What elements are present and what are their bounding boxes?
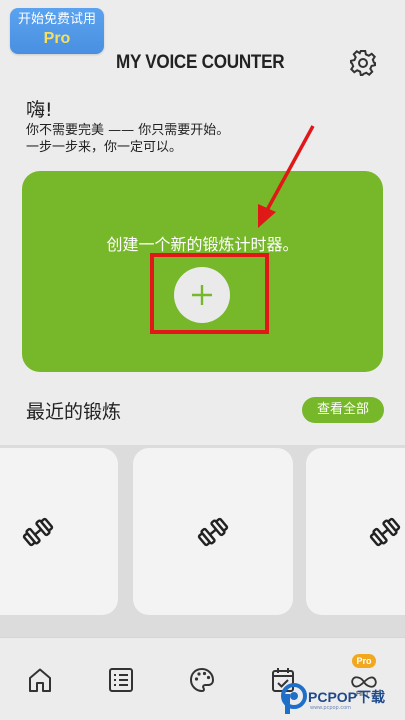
- app-title-text: MY VOICE COUNTER: [116, 52, 285, 73]
- highlight-box: [150, 253, 269, 334]
- recent-workouts-carousel[interactable]: [0, 445, 405, 637]
- app-title: MY VOICE COUNTER: [110, 50, 285, 76]
- pro-trial-button[interactable]: 开始免费试用 Pro: [10, 8, 104, 54]
- list-icon: [109, 668, 133, 692]
- pro-trial-label: 开始免费试用: [17, 12, 96, 27]
- greeting-line-1: 你不需要完美 —— 你只需要开始。: [26, 123, 230, 138]
- workout-card[interactable]: [306, 448, 405, 615]
- greeting: 嗨! 你不需要完美 —— 你只需要开始。 一步一步来，你一定可以。: [26, 98, 229, 156]
- recent-workouts-title: 最近的锻炼: [26, 401, 122, 423]
- palette-icon: [190, 668, 214, 692]
- pcpop-logo-icon: [281, 683, 307, 714]
- workout-card[interactable]: [0, 448, 118, 615]
- dumbbell-icon: [197, 517, 229, 546]
- nav-list[interactable]: [104, 663, 138, 697]
- pro-label: Pro: [43, 30, 71, 47]
- greeting-title: 嗨!: [26, 99, 53, 121]
- settings-button[interactable]: [348, 48, 378, 78]
- create-workout-card[interactable]: 创建一个新的锻炼计时器。: [22, 171, 383, 372]
- create-workout-label: 创建一个新的锻炼计时器。: [106, 235, 299, 254]
- workout-card[interactable]: [133, 448, 293, 615]
- nav-home[interactable]: [23, 663, 57, 697]
- watermark-sub: www.pcpop.com: [310, 705, 351, 711]
- home-icon: [29, 668, 51, 692]
- greeting-line-2: 一步一步来，你一定可以。: [26, 140, 183, 155]
- dumbbell-icon: [369, 517, 401, 546]
- dumbbell-icon: [22, 517, 54, 546]
- gear-icon: [350, 50, 376, 76]
- watermark-text: PCPOP下载: [308, 689, 386, 705]
- watermark: PCPOP下载 www.pcpop.com: [280, 682, 405, 718]
- view-all-button[interactable]: 查看全部: [302, 397, 384, 423]
- nav-themes[interactable]: [185, 663, 219, 697]
- pro-tag: Pro: [352, 654, 376, 668]
